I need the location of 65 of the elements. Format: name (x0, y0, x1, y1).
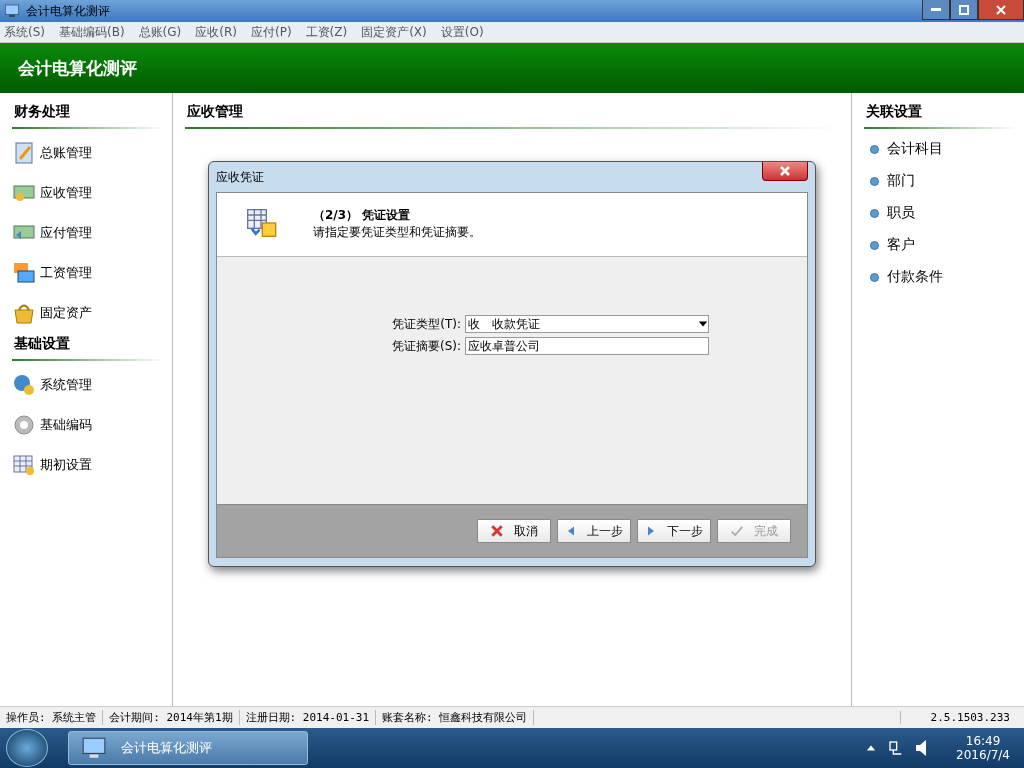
restore-button[interactable] (950, 0, 978, 20)
menu-item[interactable]: 基础编码(B) (59, 23, 125, 41)
dialog-title: 应收凭证 (216, 168, 264, 186)
step-title: （2/3） 凭证设置 (313, 207, 412, 224)
app-title: 会计电算化测评 (18, 56, 137, 80)
close-icon (996, 4, 1006, 15)
monitor-icon (81, 735, 107, 761)
nav-item[interactable]: 总账管理 (12, 133, 164, 173)
start-button[interactable] (6, 729, 48, 767)
menu-item[interactable]: 应收(R) (195, 23, 237, 41)
clock-date: 2016/7/4 (956, 748, 1010, 762)
notebook-icon (12, 141, 36, 165)
section-title: 关联设置 (864, 101, 1016, 129)
menu-item[interactable]: 工资(Z) (305, 23, 348, 41)
clock-time: 16:49 (965, 734, 1001, 748)
minimize-button[interactable] (922, 0, 950, 20)
input-field[interactable]: 应收卓普公司 (465, 337, 709, 355)
status-text: 会计期间: 2014年第1期 (103, 710, 240, 725)
check-icon (730, 524, 744, 538)
window-title: 会计电算化测评 (26, 2, 110, 20)
wizard-button[interactable]: 取消 (477, 519, 551, 543)
link-item[interactable]: 客户 (864, 229, 1016, 261)
nav-item[interactable]: 基础编码 (12, 405, 164, 445)
speaker-icon (916, 740, 927, 756)
close-icon (490, 524, 504, 538)
section-title: 基础设置 (12, 333, 164, 361)
table-arrow-icon (245, 207, 277, 239)
close-button[interactable] (762, 162, 808, 181)
menu-item[interactable]: 系统(S) (4, 23, 45, 41)
restore-icon (959, 4, 969, 15)
caret-down-icon (698, 319, 708, 329)
status-text: 账套名称: 恒鑫科技有限公司 (376, 710, 535, 725)
instruction-text: 请指定要凭证类型和凭证摘要。 (313, 224, 481, 241)
field-label: 凭证类型(T): (391, 315, 461, 333)
nav-item[interactable]: 工资管理 (12, 253, 164, 293)
wizard-button[interactable]: 上一步 (557, 519, 631, 543)
cards-icon (12, 261, 36, 285)
nav-item[interactable]: 系统管理 (12, 365, 164, 405)
monitor-icon (4, 3, 20, 19)
menu-item[interactable]: 设置(O) (440, 23, 484, 41)
link-item[interactable]: 会计科目 (864, 133, 1016, 165)
status-text: 操作员: 系统主管 (0, 710, 104, 725)
nav-item[interactable]: 应付管理 (12, 213, 164, 253)
nav-item[interactable]: 固定资产 (12, 293, 164, 333)
status-text: 注册日期: 2014-01-31 (239, 710, 377, 725)
nav-item[interactable]: 应收管理 (12, 173, 164, 213)
section-title: 财务处理 (12, 101, 164, 129)
close-button[interactable] (978, 0, 1024, 20)
menu-item[interactable]: 总账(G) (138, 23, 182, 41)
field-label: 凭证摘要(S): (390, 337, 461, 355)
link-item[interactable]: 部门 (864, 165, 1016, 197)
wizard-button[interactable]: 下一步 (637, 519, 711, 543)
menu-item[interactable]: 固定资产(X) (361, 23, 427, 41)
table-coins-icon (12, 453, 36, 477)
status-text: 2.5.1503.233 (899, 711, 1024, 724)
link-item[interactable]: 职员 (864, 197, 1016, 229)
minimize-icon (931, 8, 941, 11)
link-item[interactable]: 付款条件 (864, 261, 1016, 293)
gear-icon (12, 413, 36, 437)
panel-title: 应收管理 (185, 101, 839, 129)
nav-item[interactable]: 期初设置 (12, 445, 164, 485)
caret-up-icon (866, 743, 877, 753)
menu-item[interactable]: 应付(P) (250, 23, 292, 41)
dropdown-field[interactable]: 收 收款凭证 (465, 315, 709, 333)
close-icon (780, 166, 790, 176)
